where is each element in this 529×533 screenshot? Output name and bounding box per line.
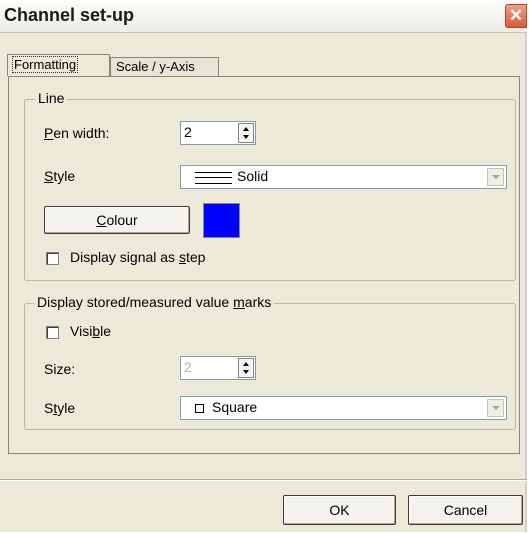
solid-line-icon [195,172,232,184]
line-style-label-text: tyle [53,168,76,184]
value-marks-legend: Display stored/measured value marks [34,294,275,310]
title-bar: Channel set-up ✕ [0,0,527,33]
visible-label-mnemonic: b [92,323,101,339]
mark-style-post: yle [57,400,76,416]
pen-width-value: 2 [184,124,192,140]
pen-width-label-mnemonic: P [44,125,54,141]
footer-separator [0,479,527,481]
pen-width-spinner[interactable]: 2 [180,121,256,145]
spin-arrows-icon[interactable] [238,358,254,378]
pen-width-label: Pen width: [44,125,109,141]
tab-scale-y-axis[interactable]: Scale / y-Axis [110,57,219,77]
line-style-label: Style [44,168,75,184]
marks-legend-pre: Display stored/measured value [37,294,234,310]
pen-width-label-text: en width: [53,125,110,141]
spin-up-icon [243,362,249,366]
colour-button-text: olour [106,212,138,228]
spin-up-icon [243,127,249,131]
visible-checkbox[interactable] [46,326,59,339]
chevron-down-icon[interactable] [487,168,504,186]
colour-button[interactable]: Colour [44,206,190,234]
marks-legend-mnemonic: m [233,294,245,310]
spin-down-icon [243,135,249,139]
square-marker-icon [195,404,204,413]
line-style-value: Solid [237,168,269,184]
mark-size-value: 2 [184,359,192,375]
spin-down-icon [243,370,249,374]
colour-button-mnemonic: C [96,212,107,228]
visible-checkbox-label[interactable]: Visible [70,323,111,339]
spin-arrows-icon[interactable] [238,123,254,143]
mark-style-label: Style [44,400,75,416]
tab-scale-label: Scale / y-Axis [116,59,195,74]
step-checkbox-label[interactable]: Display signal as step [70,249,205,265]
size-label: Size: [44,361,76,377]
mark-style-pre: S [44,400,54,416]
ok-button[interactable]: OK [283,495,396,525]
visible-label-post: le [100,323,112,339]
mark-style-value: Square [212,399,258,415]
colour-swatch [203,203,240,238]
marks-legend-post: arks [244,294,272,310]
channel-setup-dialog: Channel set-up ✕ Formatting Scale / y-Ax… [0,0,527,532]
close-icon: ✕ [508,6,524,25]
chevron-down-icon[interactable] [487,399,504,417]
step-checkbox[interactable] [46,252,59,265]
line-style-label-mnemonic: S [44,168,54,184]
window-title: Channel set-up [4,5,135,25]
step-label-post: tep [185,249,206,265]
step-label-mnemonic: s [178,249,186,265]
step-label-pre: Display signal as [70,249,179,265]
tab-formatting[interactable]: Formatting [7,54,110,76]
mark-size-spinner[interactable]: 2 [180,356,256,380]
line-style-dropdown[interactable]: Solid [180,165,507,189]
tab-formatting-label: Formatting [11,56,79,73]
line-group-legend: Line [35,90,68,106]
mark-style-dropdown[interactable]: Square [180,396,507,420]
close-button[interactable]: ✕ [505,4,527,28]
cancel-button[interactable]: Cancel [408,495,523,525]
visible-label-pre: Visi [70,323,93,339]
